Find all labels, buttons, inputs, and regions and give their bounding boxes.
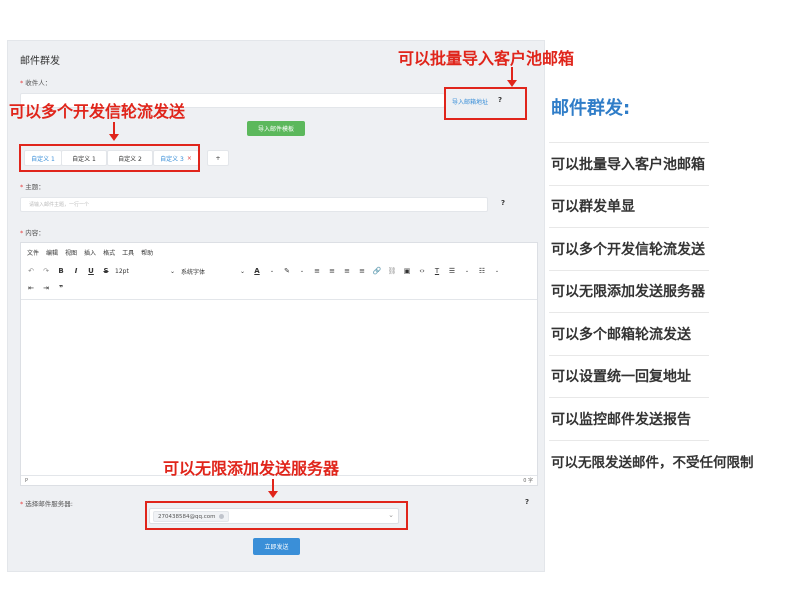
subject-label: * 主题：: [20, 183, 45, 191]
annotation-import: 可以批量导入客户池邮箱: [398, 49, 575, 68]
highlight-icon[interactable]: ✎: [281, 265, 293, 277]
features-title: 邮件群发:: [551, 98, 631, 119]
unlink-icon[interactable]: ⛓: [386, 265, 398, 277]
menu-edit[interactable]: 编辑: [46, 248, 58, 257]
menu-tools[interactable]: 工具: [122, 248, 134, 257]
subject-input[interactable]: 请输入邮件主题，一行一个: [20, 197, 488, 212]
status-path: P: [25, 477, 29, 484]
feature-item: 可以批量导入客户池邮箱: [549, 142, 709, 185]
outdent-icon[interactable]: ⇤: [25, 282, 37, 294]
chevron-down-icon[interactable]: ⌄: [461, 265, 473, 277]
chevron-down-icon: ⌄: [239, 267, 245, 275]
editor-toolbar-row2: ⇤ ⇥ ❞: [21, 281, 537, 295]
add-tab-button[interactable]: +: [207, 150, 229, 166]
word-count: 0 字: [523, 478, 533, 484]
highlight-box-import: [444, 87, 527, 120]
feature-item: 可以设置统一回复地址: [549, 354, 709, 398]
code-icon[interactable]: ‹›: [416, 265, 428, 277]
text-color-icon[interactable]: A: [251, 265, 263, 277]
menu-format[interactable]: 格式: [103, 248, 115, 257]
feature-item: 可以多个开发信轮流发送: [549, 227, 709, 270]
font-size-select[interactable]: 12pt ⌄: [115, 265, 175, 277]
content-label: * 内容：: [20, 229, 45, 237]
editor-toolbar: ↶ ↷ B I U S 12pt ⌄ 系统字体 ⌄ A ⌄ ✎ ⌄ ≡ ≡ ≡ ≡ …: [21, 263, 537, 279]
rich-text-editor: 文件 编辑 视图 插入 格式 工具 帮助 ↶ ↷ B I U S 12pt ⌄ 系…: [20, 242, 538, 486]
bullet-list-icon[interactable]: ☰: [446, 265, 458, 277]
editor-menubar: 文件 编辑 视图 插入 格式 工具 帮助: [21, 243, 537, 261]
bold-button[interactable]: B: [55, 265, 67, 277]
annotation-multi-sender: 可以多个开发信轮流发送: [9, 102, 186, 121]
send-now-button[interactable]: 立即发送: [253, 538, 300, 555]
feature-item: 可以多个邮箱轮流发送: [549, 312, 709, 355]
highlight-box-server: [145, 501, 408, 530]
annotation-servers: 可以无限添加发送服务器: [163, 459, 340, 478]
numbered-list-icon[interactable]: ☷: [476, 265, 488, 277]
indent-icon[interactable]: ⇥: [40, 282, 52, 294]
menu-file[interactable]: 文件: [27, 248, 39, 257]
form-title: 邮件群发: [20, 56, 60, 67]
underline-button[interactable]: U: [85, 265, 97, 277]
align-left-icon[interactable]: ≡: [311, 265, 323, 277]
chevron-down-icon[interactable]: ⌄: [491, 265, 503, 277]
import-template-button[interactable]: 导入邮件模板: [247, 121, 305, 136]
feature-item: 可以无限添加发送服务器: [549, 269, 709, 313]
feature-item: 可以监控邮件发送报告: [549, 397, 709, 440]
menu-insert[interactable]: 插入: [84, 248, 96, 257]
font-family-select[interactable]: 系统字体 ⌄: [181, 265, 245, 277]
editor-content-area[interactable]: [21, 299, 537, 477]
align-justify-icon[interactable]: ≡: [356, 265, 368, 277]
menu-view[interactable]: 视图: [65, 248, 77, 257]
strikethrough-button[interactable]: S: [100, 265, 112, 277]
link-icon[interactable]: 🔗: [371, 265, 383, 277]
image-icon[interactable]: ▣: [401, 265, 413, 277]
help-icon[interactable]: ?: [525, 498, 529, 506]
chevron-down-icon[interactable]: ⌄: [266, 265, 278, 277]
feature-item: 可以群发单显: [549, 184, 709, 228]
feature-item: 可以无限发送邮件，不受任何限制: [549, 439, 754, 483]
redo-icon[interactable]: ↷: [40, 265, 52, 277]
menu-help[interactable]: 帮助: [141, 248, 153, 257]
chevron-down-icon: ⌄: [169, 267, 175, 275]
undo-icon[interactable]: ↶: [25, 265, 37, 277]
help-icon[interactable]: ?: [501, 199, 505, 207]
recipient-label: * 收件人：: [20, 79, 52, 87]
highlight-box-tabs: [19, 144, 200, 172]
align-center-icon[interactable]: ≡: [326, 265, 338, 277]
chevron-down-icon[interactable]: ⌄: [296, 265, 308, 277]
server-label: * 选择邮件服务器:: [20, 500, 73, 508]
features-list: 可以批量导入客户池邮箱 可以群发单显 可以多个开发信轮流发送 可以无限添加发送服…: [549, 142, 754, 483]
italic-button[interactable]: I: [70, 265, 82, 277]
quote-icon[interactable]: ❞: [55, 282, 67, 294]
align-right-icon[interactable]: ≡: [341, 265, 353, 277]
clear-format-icon[interactable]: T: [431, 265, 443, 277]
